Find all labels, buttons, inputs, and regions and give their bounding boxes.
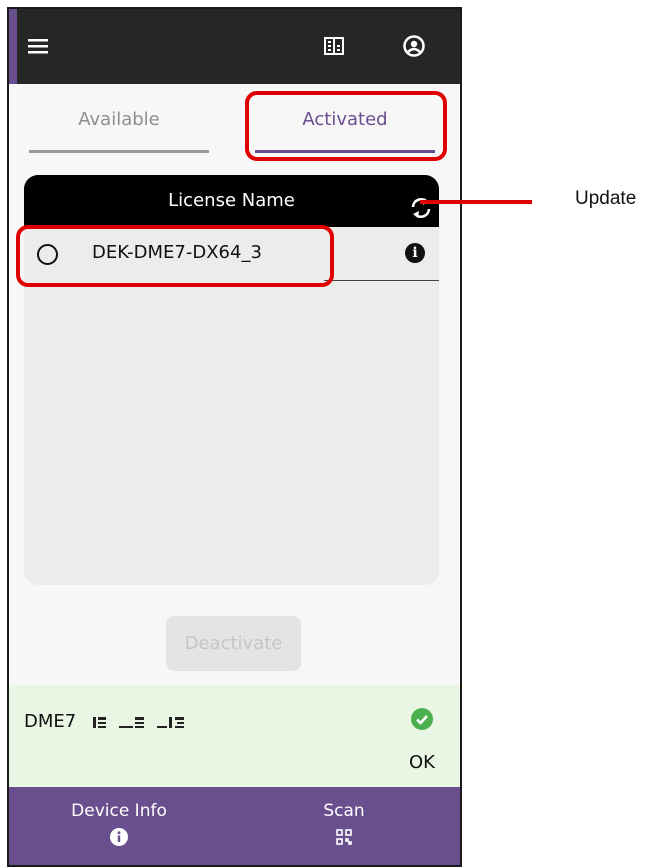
deactivate-button[interactable]: Deactivate [166, 616, 301, 671]
top-app-bar [9, 9, 460, 84]
info-icon[interactable]: i [405, 243, 425, 263]
activated-tab-highlight [245, 91, 447, 161]
bottom-navigation: Device Info Scan [9, 787, 460, 865]
tab-available-underline [29, 150, 209, 153]
scan-label: Scan [323, 801, 365, 821]
device-info-button[interactable]: Device Info [49, 801, 189, 847]
phone-screen: Available Activated License Name DEK-DME… [7, 7, 462, 867]
info-icon [109, 827, 129, 847]
update-callout-label: Update [575, 188, 637, 209]
building-icon[interactable] [319, 31, 349, 61]
check-circle-icon [411, 708, 433, 730]
device-name: DME7 [24, 711, 77, 732]
device-status-panel: DME7 OK [9, 685, 460, 787]
row-divider [324, 280, 439, 281]
status-text: OK [409, 752, 435, 773]
tab-available[interactable]: Available [29, 105, 209, 155]
qr-code-icon [334, 827, 354, 847]
hamburger-menu-icon[interactable] [23, 31, 53, 61]
column-header-license-name: License Name [168, 190, 295, 211]
table-header: License Name [24, 175, 439, 227]
scan-button[interactable]: Scan [274, 801, 414, 847]
obscured-serial-number [93, 717, 184, 728]
topbar-accent [9, 9, 17, 84]
tab-available-label: Available [78, 109, 160, 130]
account-circle-icon[interactable] [399, 31, 429, 61]
license-row-highlight [16, 225, 334, 287]
device-info-label: Device Info [71, 801, 167, 821]
update-callout-line [420, 200, 532, 204]
